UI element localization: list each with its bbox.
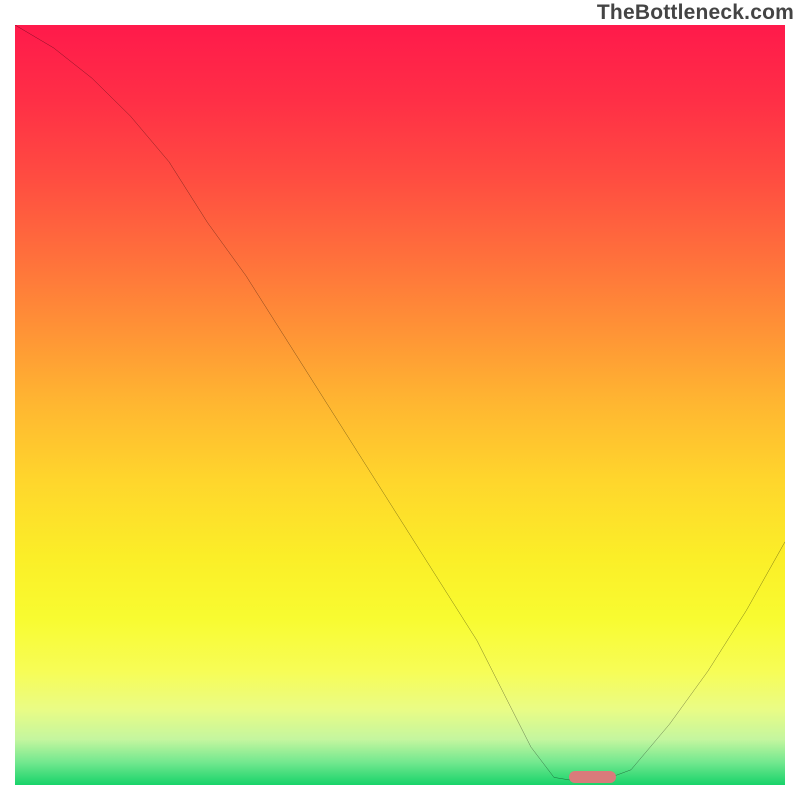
chart-background bbox=[15, 25, 785, 785]
optimum-marker bbox=[569, 771, 615, 783]
watermark-text: TheBottleneck.com bbox=[597, 1, 794, 25]
chart-area bbox=[15, 25, 785, 785]
chart-svg bbox=[15, 25, 785, 785]
